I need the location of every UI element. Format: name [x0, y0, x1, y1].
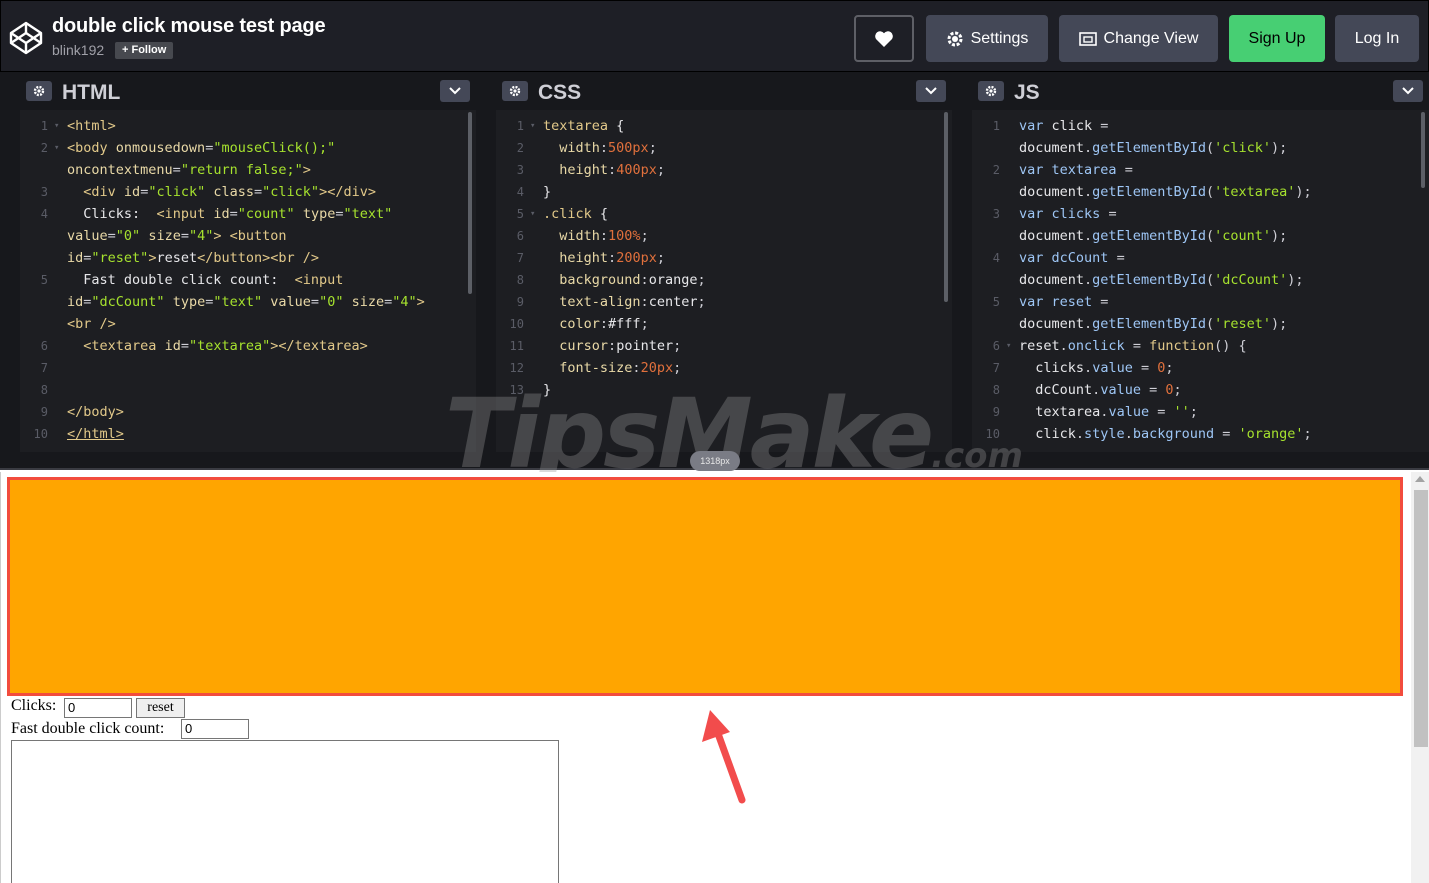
- code-line: 10 click.style.background = 'orange';: [985, 426, 1312, 442]
- code-line: 4}: [516, 184, 552, 200]
- html-scrollbar[interactable]: [468, 112, 472, 294]
- code-line: 5 Fast double click count: <input: [40, 272, 344, 288]
- chevron-down-icon[interactable]: [1393, 80, 1423, 102]
- code-line: 7: [40, 361, 48, 375]
- change-view-button[interactable]: Change View: [1059, 15, 1218, 62]
- css-scrollbar[interactable]: [944, 112, 948, 302]
- code-line: 3 height:400px;: [516, 162, 665, 178]
- code-line: 1 ▾ textarea {: [516, 118, 625, 134]
- js-pane-title: JS: [1014, 81, 1040, 104]
- code-line: 2 var textarea =: [992, 162, 1133, 178]
- code-line: id="reset">reset</button><br />: [67, 250, 320, 266]
- log-in-button[interactable]: Log In: [1335, 15, 1419, 62]
- gear-icon: [946, 30, 964, 48]
- pen-title[interactable]: double click mouse test page: [52, 15, 326, 38]
- settings-label: Settings: [970, 29, 1029, 47]
- reset-button[interactable]: reset: [136, 698, 185, 718]
- code-line: document.getElementById('textarea');: [1019, 184, 1312, 200]
- code-line: <br />: [67, 316, 116, 332]
- clicks-label: Clicks:: [11, 697, 57, 714]
- layout-icon: [1078, 31, 1097, 47]
- heart-icon: [875, 30, 893, 47]
- change-view-label: Change View: [1103, 29, 1199, 47]
- chevron-down-icon[interactable]: [916, 80, 946, 102]
- code-line: 6 <textarea id="textarea"></textarea>: [40, 338, 368, 354]
- settings-button[interactable]: Settings: [926, 15, 1048, 62]
- code-line: 6 width:100%;: [516, 228, 649, 244]
- resize-width-indicator[interactable]: 1318px: [690, 451, 740, 471]
- code-line: 5 var reset =: [992, 294, 1109, 310]
- double-click-count-label: Fast double click count:: [11, 720, 165, 737]
- code-line: 8 dcCount.value = 0;: [992, 382, 1182, 398]
- code-line: document.getElementById('click');: [1019, 140, 1288, 156]
- js-pane-header: JS: [972, 72, 1429, 110]
- app-header: double click mouse test page blink192 + …: [0, 0, 1429, 72]
- code-line: 7 height:200px;: [516, 250, 665, 266]
- html-editor-pane: HTML 1 ▾ <html> 2 ▾ <body onmousedown="mouse…: [20, 72, 476, 452]
- code-line: 6 ▾ reset.onclick = function() {: [992, 338, 1247, 354]
- code-line: 12 font-size:20px;: [509, 360, 682, 376]
- clicks-count-input[interactable]: 0: [64, 698, 132, 718]
- css-pane-title: CSS: [538, 81, 582, 104]
- codepen-logo-icon[interactable]: [9, 21, 43, 55]
- result-preview: Clicks: 0 reset Fast double click count:…: [0, 472, 1429, 883]
- watermark-suffix: .com: [931, 436, 1023, 476]
- preview-scroll-thumb[interactable]: [1414, 490, 1428, 747]
- like-button[interactable]: [854, 15, 914, 62]
- author-name[interactable]: blink192: [52, 42, 104, 58]
- code-line: 8: [40, 383, 48, 397]
- code-line: 4 Clicks: <input id="count" type="text": [40, 206, 393, 222]
- scroll-up-arrow-icon[interactable]: [1415, 476, 1425, 482]
- code-line: 9 text-align:center;: [516, 294, 706, 310]
- css-pane-header: CSS: [496, 72, 952, 110]
- code-line: oncontextmenu="return false;">: [67, 162, 311, 178]
- double-click-count-input[interactable]: 0: [181, 719, 249, 739]
- js-settings-icon[interactable]: [978, 81, 1004, 101]
- code-line: id="dcCount" type="text" value="0" size=…: [67, 294, 425, 310]
- code-line: 5 ▾ .click {: [516, 206, 609, 222]
- js-code-editor[interactable]: 1 var click = document.getElementById('cl…: [972, 110, 1429, 452]
- code-line: 10 </html>: [33, 426, 124, 442]
- code-line: document.getElementById('dcCount');: [1019, 272, 1304, 288]
- code-line: 11 cursor:pointer;: [509, 338, 682, 354]
- code-line: 3 <div id="click" class="click"></div>: [40, 184, 376, 200]
- html-pane-title: HTML: [62, 81, 121, 104]
- html-settings-icon[interactable]: [26, 81, 52, 101]
- code-line: 7 clicks.value = 0;: [992, 360, 1174, 376]
- chevron-down-icon[interactable]: [440, 80, 470, 102]
- code-line: 10 color:#fff;: [509, 316, 649, 332]
- code-line: 1 var click =: [992, 118, 1109, 134]
- code-line: 2 width:500px;: [516, 140, 657, 156]
- code-line: 4 var dcCount =: [992, 250, 1125, 266]
- click-target-box[interactable]: [7, 477, 1403, 696]
- code-line: document.getElementById('reset');: [1019, 316, 1288, 332]
- log-textarea[interactable]: [11, 740, 559, 883]
- code-line: document.getElementById('count');: [1019, 228, 1288, 244]
- js-editor-pane: JS 1 var click = document.getElementById(…: [972, 72, 1429, 452]
- css-settings-icon[interactable]: [502, 81, 528, 101]
- follow-button[interactable]: + Follow: [115, 42, 174, 59]
- code-line: 8 background:orange;: [516, 272, 706, 288]
- code-line: 2 ▾ <body onmousedown="mouseClick();": [40, 140, 336, 156]
- code-line: 9 textarea.value = '';: [992, 404, 1198, 420]
- html-pane-header: HTML: [20, 72, 476, 110]
- sign-up-button[interactable]: Sign Up: [1229, 15, 1325, 62]
- code-line: 9 </body>: [40, 404, 124, 420]
- code-line: 3 var clicks =: [992, 206, 1117, 222]
- code-line: value="0" size="4"> <button: [67, 228, 287, 244]
- annotation-arrow-icon: [702, 710, 746, 804]
- html-code-editor[interactable]: 1 ▾ <html> 2 ▾ <body onmousedown="mouseClick…: [20, 110, 476, 452]
- code-line: 1 ▾ <html>: [40, 118, 116, 134]
- js-scrollbar[interactable]: [1421, 112, 1425, 188]
